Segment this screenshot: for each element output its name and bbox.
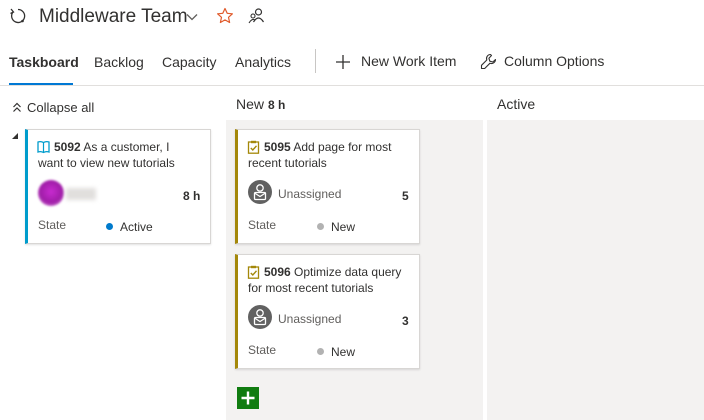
column-options-label: Column Options [504,53,605,69]
tab-backlog[interactable]: Backlog [94,54,144,70]
column-header-active: Active [497,96,535,112]
assignee-name[interactable]: Unassigned [278,187,341,201]
team-name[interactable]: Middleware Team [39,6,188,28]
work-item-id: 5096 [264,265,291,279]
chevron-down-icon[interactable] [185,10,199,24]
assignee-name[interactable]: Unassigned [278,312,341,326]
column-header-new: New 8 h [236,96,285,112]
star-icon[interactable] [216,7,234,25]
remaining-work[interactable]: 5 [402,189,409,203]
page-header: Middleware Team [0,0,704,36]
plus-icon [336,55,350,69]
double-chevron-up-icon [13,102,21,112]
active-tab-indicator [9,83,73,85]
tab-capacity[interactable]: Capacity [162,54,216,70]
assignee-name [66,188,96,200]
tab-bar: Taskboard Backlog Capacity Analytics New… [0,44,704,86]
card-title: 5095 Add page for most recent tutorials [248,139,408,171]
state-label: State [248,218,277,232]
work-item-id: 5095 [264,140,291,154]
effort-value: 8 h [183,189,201,203]
column-name: New [236,96,265,112]
new-work-item-label: New Work Item [361,53,457,69]
state-label: State [248,343,277,357]
story-card[interactable]: 5092 As a customer, I want to view new t… [25,129,211,244]
state-value[interactable]: Active [120,220,153,234]
avatar [38,180,64,206]
wrench-icon [480,53,497,70]
state-label: State [38,218,67,232]
column-options-button[interactable]: Column Options [480,53,610,73]
remaining-work[interactable]: 3 [402,314,409,328]
task-card[interactable]: 5095 Add page for most recent tutorials … [235,129,420,244]
team-icon [10,8,26,24]
state-dot [317,348,324,355]
task-card[interactable]: 5096 Optimize data query for most recent… [235,254,420,369]
row-expand-icon[interactable] [12,133,18,139]
state-value[interactable]: New [331,220,355,234]
column-name: Active [497,96,536,112]
state-value[interactable]: New [331,345,355,359]
unassigned-avatar-icon[interactable] [248,180,272,204]
column-active [487,120,704,420]
people-icon[interactable] [248,7,266,25]
collapse-all-button[interactable]: Collapse all [12,100,102,116]
collapse-all-label: Collapse all [27,100,95,115]
tab-analytics[interactable]: Analytics [235,54,291,70]
add-task-button[interactable] [237,387,259,409]
column-count: 8 h [268,98,286,112]
card-title: 5092 As a customer, I want to view new t… [38,139,198,171]
unassigned-avatar-icon[interactable] [248,305,272,329]
state-dot [106,223,113,230]
card-title: 5096 Optimize data query for most recent… [248,264,408,296]
toolbar-divider [315,49,316,73]
plus-icon [241,391,255,405]
tab-taskboard[interactable]: Taskboard [9,54,79,70]
new-work-item-button[interactable]: New Work Item [335,53,460,73]
work-item-id: 5092 [54,140,81,154]
state-dot [317,223,324,230]
